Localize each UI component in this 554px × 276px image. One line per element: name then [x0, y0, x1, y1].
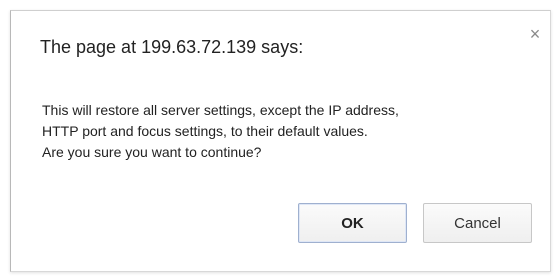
message-line: This will restore all server settings, e…	[42, 102, 399, 118]
message-line: HTTP port and focus settings, to their d…	[42, 123, 368, 139]
dialog-message: This will restore all server settings, e…	[42, 100, 542, 163]
confirm-dialog: The page at 199.63.72.139 says: × This w…	[10, 10, 551, 272]
close-icon[interactable]: ×	[526, 25, 544, 43]
cancel-button[interactable]: Cancel	[423, 203, 532, 243]
ok-button[interactable]: OK	[298, 203, 407, 243]
dialog-title: The page at 199.63.72.139 says:	[40, 37, 304, 57]
message-line: Are you sure you want to continue?	[42, 144, 262, 160]
